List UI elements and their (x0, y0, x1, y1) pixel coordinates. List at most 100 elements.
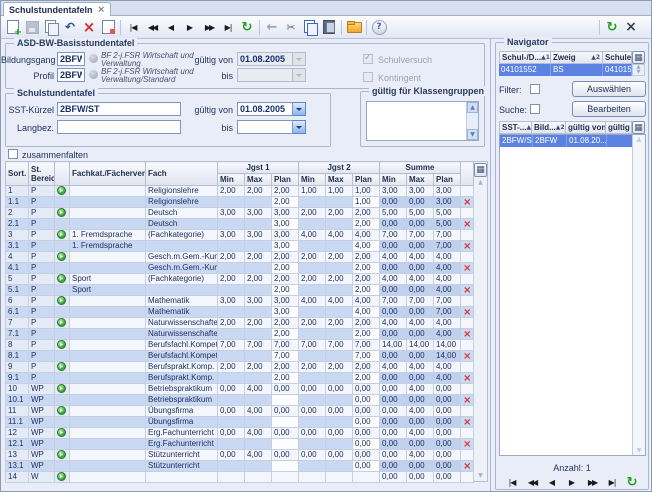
list-col-header[interactable]: Schule (603, 51, 632, 64)
school-list-selected-row[interactable]: 04101552BS04101552▲▼ (499, 64, 645, 76)
cell-j2plan[interactable] (353, 472, 380, 483)
table-row-8.1[interactable]: 8.1PBerufsfachl.Kompetenz7,007,000,000,0… (6, 351, 474, 362)
cell-sort[interactable]: 8.1 (6, 351, 29, 362)
cell-j2min[interactable] (299, 241, 326, 252)
cell-sort[interactable]: 5.1 (6, 285, 29, 296)
cell-sumplan[interactable]: 4,00 (434, 329, 461, 340)
cell-j2plan[interactable]: 2,00 (353, 252, 380, 263)
cell-j2min[interactable]: 0,00 (299, 428, 326, 439)
cell-sort[interactable]: 13 (6, 450, 29, 461)
table-row-14[interactable]: 14W0,000,000,00 (6, 472, 474, 483)
cell-j2max[interactable]: 2,00 (326, 208, 353, 219)
cell-summax[interactable]: 7,00 (407, 230, 434, 241)
cell-j2max[interactable] (326, 351, 353, 362)
cell-bereich[interactable]: P (29, 252, 55, 263)
green-arrow-icon[interactable] (57, 208, 66, 217)
scroll-down-icon[interactable]: ▼ (637, 70, 641, 75)
col-header-fach[interactable]: Fach (146, 162, 218, 186)
col-subheader-plan[interactable]: Plan (434, 174, 461, 186)
table-row-9.1[interactable]: 9.1PBerufsprakt.Komp.2,002,000,000,004,0… (6, 373, 474, 384)
cell-j2min[interactable]: 0,00 (299, 406, 326, 417)
scroll-up-icon[interactable]: ▲ (634, 135, 645, 144)
cell-summax[interactable]: 0,00 (407, 241, 434, 252)
col-header-delete[interactable] (461, 162, 474, 186)
cell-bereich[interactable]: WP (29, 450, 55, 461)
cell-icon[interactable] (55, 439, 70, 450)
cell-j2plan[interactable]: 7,00 (353, 340, 380, 351)
cell-bereich[interactable]: W (29, 472, 55, 483)
cell-sort[interactable]: 6 (6, 296, 29, 307)
cell-j1min[interactable] (218, 307, 245, 318)
green-arrow-icon[interactable] (57, 186, 66, 195)
cell-j2max[interactable]: 2,00 (326, 252, 353, 263)
list-cell[interactable]: 04101552 (603, 64, 632, 76)
cell-j1max[interactable]: 2,00 (245, 318, 272, 329)
cell-fach[interactable] (146, 285, 218, 296)
cell-sort[interactable]: 5 (6, 274, 29, 285)
table-row-10.1[interactable]: 10.1WPBetriebspraktikum0,000,000,000,00× (6, 395, 474, 406)
basis-gueltig-von-combo[interactable] (237, 52, 306, 66)
cell-sumplan[interactable]: 7,00 (434, 230, 461, 241)
cell-summax[interactable]: 4,00 (407, 450, 434, 461)
cell-sumplan[interactable]: 7,00 (434, 241, 461, 252)
delete-x-icon[interactable]: × (463, 396, 471, 405)
nav-next-icon[interactable] (565, 475, 579, 489)
cell-j1max[interactable]: 4,00 (245, 384, 272, 395)
cell-sumplan[interactable]: 14,00 (434, 351, 461, 362)
cell-sumplan[interactable]: 4,00 (434, 373, 461, 384)
col-subheader-plan[interactable]: Plan (272, 174, 299, 186)
cell-summin[interactable]: 7,00 (380, 296, 407, 307)
cell-j1min[interactable]: 2,00 (218, 318, 245, 329)
cell-j2max[interactable] (326, 461, 353, 472)
delete-x-icon[interactable]: × (463, 220, 471, 229)
delete-x-icon[interactable]: × (463, 198, 471, 207)
suche-checkbox[interactable] (530, 104, 540, 114)
col-subheader-min[interactable]: Min (218, 174, 245, 186)
delete-row-button[interactable]: × (461, 219, 474, 230)
cell-summin[interactable]: 0,00 (380, 417, 407, 428)
cell-fach[interactable]: Übungsfirma (146, 406, 218, 417)
table-row-13.1[interactable]: 13.1WPStützunterricht0,000,000,000,00× (6, 461, 474, 472)
cell-j1plan[interactable]: 0,00 (272, 450, 299, 461)
cell-bereich[interactable]: P (29, 318, 55, 329)
cell-summin[interactable]: 4,00 (380, 252, 407, 263)
green-arrow-icon[interactable] (57, 252, 66, 261)
cell-sumplan[interactable]: 0,00 (434, 406, 461, 417)
cell-sort[interactable]: 7 (6, 318, 29, 329)
cell-icon[interactable] (55, 197, 70, 208)
cell-icon[interactable] (55, 351, 70, 362)
undo-icon[interactable] (61, 18, 79, 36)
cell-sumplan[interactable]: 4,00 (434, 285, 461, 296)
scroll-up-icon[interactable]: ▲ (478, 179, 483, 186)
cell-j2plan[interactable]: 2,00 (353, 208, 380, 219)
refresh-icon[interactable] (603, 18, 621, 36)
cell-sumplan[interactable]: 0,00 (434, 472, 461, 483)
green-arrow-icon[interactable] (57, 318, 66, 327)
cell-j2plan[interactable]: 4,00 (353, 307, 380, 318)
insert-row-icon[interactable] (55, 230, 70, 241)
cell-summin[interactable]: 14,00 (380, 340, 407, 351)
folder-icon[interactable] (345, 18, 363, 36)
cell-sort[interactable]: 1.1 (6, 197, 29, 208)
cell-j1min[interactable]: 0,00 (218, 384, 245, 395)
cell-j1plan[interactable]: 2,00 (272, 197, 299, 208)
zusammenfalten-checkbox[interactable] (8, 149, 18, 159)
cell-j1max[interactable]: 3,00 (245, 230, 272, 241)
cell-fachkat[interactable] (70, 417, 146, 428)
table-row-12[interactable]: 12WPErg.Fachunterricht0,004,000,000,000,… (6, 428, 474, 439)
cell-summax[interactable]: 4,00 (407, 406, 434, 417)
table-row-8[interactable]: 8PBerufsfachl.Kompetenz7,007,007,007,007… (6, 340, 474, 351)
cut-icon[interactable] (282, 18, 300, 36)
cell-j2plan[interactable]: 2,00 (353, 329, 380, 340)
cell-j1plan[interactable] (272, 439, 299, 450)
cell-sumplan[interactable]: 3,00 (434, 186, 461, 197)
bildungsgang-input[interactable] (57, 52, 85, 66)
cell-fach[interactable]: Betriebspraktikum (146, 384, 218, 395)
cell-summin[interactable]: 0,00 (380, 197, 407, 208)
insert-row-icon[interactable] (55, 450, 70, 461)
cell-j1max[interactable] (245, 307, 272, 318)
cell-j1min[interactable] (218, 461, 245, 472)
col-subheader-max[interactable]: Max (245, 174, 272, 186)
chevron-down-icon[interactable] (293, 52, 306, 66)
cell-bereich[interactable]: WP (29, 384, 55, 395)
